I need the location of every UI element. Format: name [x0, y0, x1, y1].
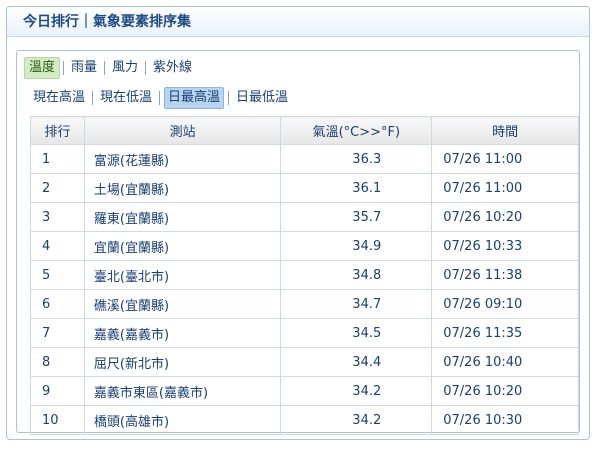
temperature-cell: 36.3: [280, 144, 433, 174]
time-cell: 07/26 10:40: [431, 347, 579, 377]
table-row: 9 嘉義市東區(嘉義市) 34.2 07/26 10:20: [30, 376, 579, 406]
subtab-divider: [228, 91, 230, 105]
ranking-content: 溫度 雨量 風力 紫外線 現在高溫 現在低溫 日最高溫 日最低溫 排行 測站 氣…: [16, 50, 580, 435]
subtab-daily-low[interactable]: 日最低溫: [233, 87, 291, 109]
time-cell: 07/26 11:00: [431, 144, 579, 174]
tab-divider: [63, 61, 65, 75]
station-cell: 嘉義(嘉義市): [83, 318, 282, 348]
column-header-station: 測站: [83, 116, 282, 145]
temperature-cell: 36.1: [280, 173, 433, 203]
time-cell: 07/26 11:00: [431, 173, 579, 203]
table-row: 2 土場(宜蘭縣) 36.1 07/26 11:00: [30, 173, 579, 203]
tab-divider: [104, 61, 106, 75]
station-cell: 宜蘭(宜蘭縣): [83, 231, 282, 261]
station-cell: 橋頭(高雄市): [83, 405, 282, 435]
tab-uv[interactable]: 紫外線: [149, 57, 196, 79]
time-cell: 07/26 11:38: [431, 260, 579, 290]
time-cell: 07/26 09:10: [431, 289, 579, 319]
rank-cell: 10: [30, 405, 85, 435]
time-cell: 07/26 11:35: [431, 318, 579, 348]
column-header-temperature: 氣溫(°C>>°F): [280, 116, 433, 145]
table-row: 1 富源(花蓮縣) 36.3 07/26 11:00: [30, 144, 579, 174]
temperature-cell: 34.9: [280, 231, 433, 261]
tab-divider: [145, 61, 147, 75]
temperature-cell: 34.5: [280, 318, 433, 348]
time-cell: 07/26 10:20: [431, 376, 579, 406]
temperature-cell: 34.8: [280, 260, 433, 290]
subtab-current-low[interactable]: 現在低溫: [97, 87, 155, 109]
temperature-cell: 34.2: [280, 405, 433, 435]
rank-cell: 4: [30, 231, 85, 261]
time-cell: 07/26 10:20: [431, 202, 579, 232]
panel-title: 今日排行｜氣象要素排序集: [7, 7, 589, 37]
table-header-row: 排行 測站 氣溫(°C>>°F) 時間: [30, 116, 579, 145]
temperature-cell: 34.4: [280, 347, 433, 377]
tab-wind[interactable]: 風力: [108, 57, 142, 79]
rank-cell: 8: [30, 347, 85, 377]
table-row: 3 羅東(宜蘭縣) 35.7 07/26 10:20: [30, 202, 579, 232]
temperature-cell: 34.2: [280, 376, 433, 406]
rank-cell: 3: [30, 202, 85, 232]
rank-cell: 2: [30, 173, 85, 203]
table-row: 5 臺北(臺北市) 34.8 07/26 11:38: [30, 260, 579, 290]
table-row: 7 嘉義(嘉義市) 34.5 07/26 11:35: [30, 318, 579, 348]
rank-cell: 6: [30, 289, 85, 319]
temperature-subtabs: 現在高溫 現在低溫 日最高溫 日最低溫: [30, 87, 291, 109]
table-row: 4 宜蘭(宜蘭縣) 34.9 07/26 10:33: [30, 231, 579, 261]
station-cell: 羅東(宜蘭縣): [83, 202, 282, 232]
temperature-cell: 34.7: [280, 289, 433, 319]
column-header-rank: 排行: [30, 116, 85, 145]
subtab-current-high[interactable]: 現在高溫: [30, 87, 88, 109]
category-tabs: 溫度 雨量 風力 紫外線: [24, 57, 196, 79]
tab-temperature[interactable]: 溫度: [24, 57, 61, 79]
rank-cell: 9: [30, 376, 85, 406]
subtab-divider: [92, 91, 94, 105]
station-cell: 嘉義市東區(嘉義市): [83, 376, 282, 406]
station-cell: 屈尺(新北市): [83, 347, 282, 377]
rank-cell: 1: [30, 144, 85, 174]
subtab-divider: [159, 91, 161, 105]
temperature-cell: 35.7: [280, 202, 433, 232]
column-header-time: 時間: [431, 116, 579, 145]
ranking-table: 排行 測站 氣溫(°C>>°F) 時間 1 富源(花蓮縣) 36.3 07/26…: [30, 116, 579, 435]
subtab-daily-high[interactable]: 日最高溫: [164, 87, 225, 109]
ranking-panel: 今日排行｜氣象要素排序集 溫度 雨量 風力 紫外線 現在高溫 現在低溫 日最高溫…: [6, 6, 590, 440]
time-cell: 07/26 10:30: [431, 405, 579, 435]
station-cell: 土場(宜蘭縣): [83, 173, 282, 203]
rank-cell: 5: [30, 260, 85, 290]
table-row: 6 礁溪(宜蘭縣) 34.7 07/26 09:10: [30, 289, 579, 319]
tab-rainfall[interactable]: 雨量: [67, 57, 101, 79]
station-cell: 臺北(臺北市): [83, 260, 282, 290]
station-cell: 礁溪(宜蘭縣): [83, 289, 282, 319]
table-row: 8 屈尺(新北市) 34.4 07/26 10:40: [30, 347, 579, 377]
table-row: 10 橋頭(高雄市) 34.2 07/26 10:30: [30, 405, 579, 435]
station-cell: 富源(花蓮縣): [83, 144, 282, 174]
rank-cell: 7: [30, 318, 85, 348]
time-cell: 07/26 10:33: [431, 231, 579, 261]
